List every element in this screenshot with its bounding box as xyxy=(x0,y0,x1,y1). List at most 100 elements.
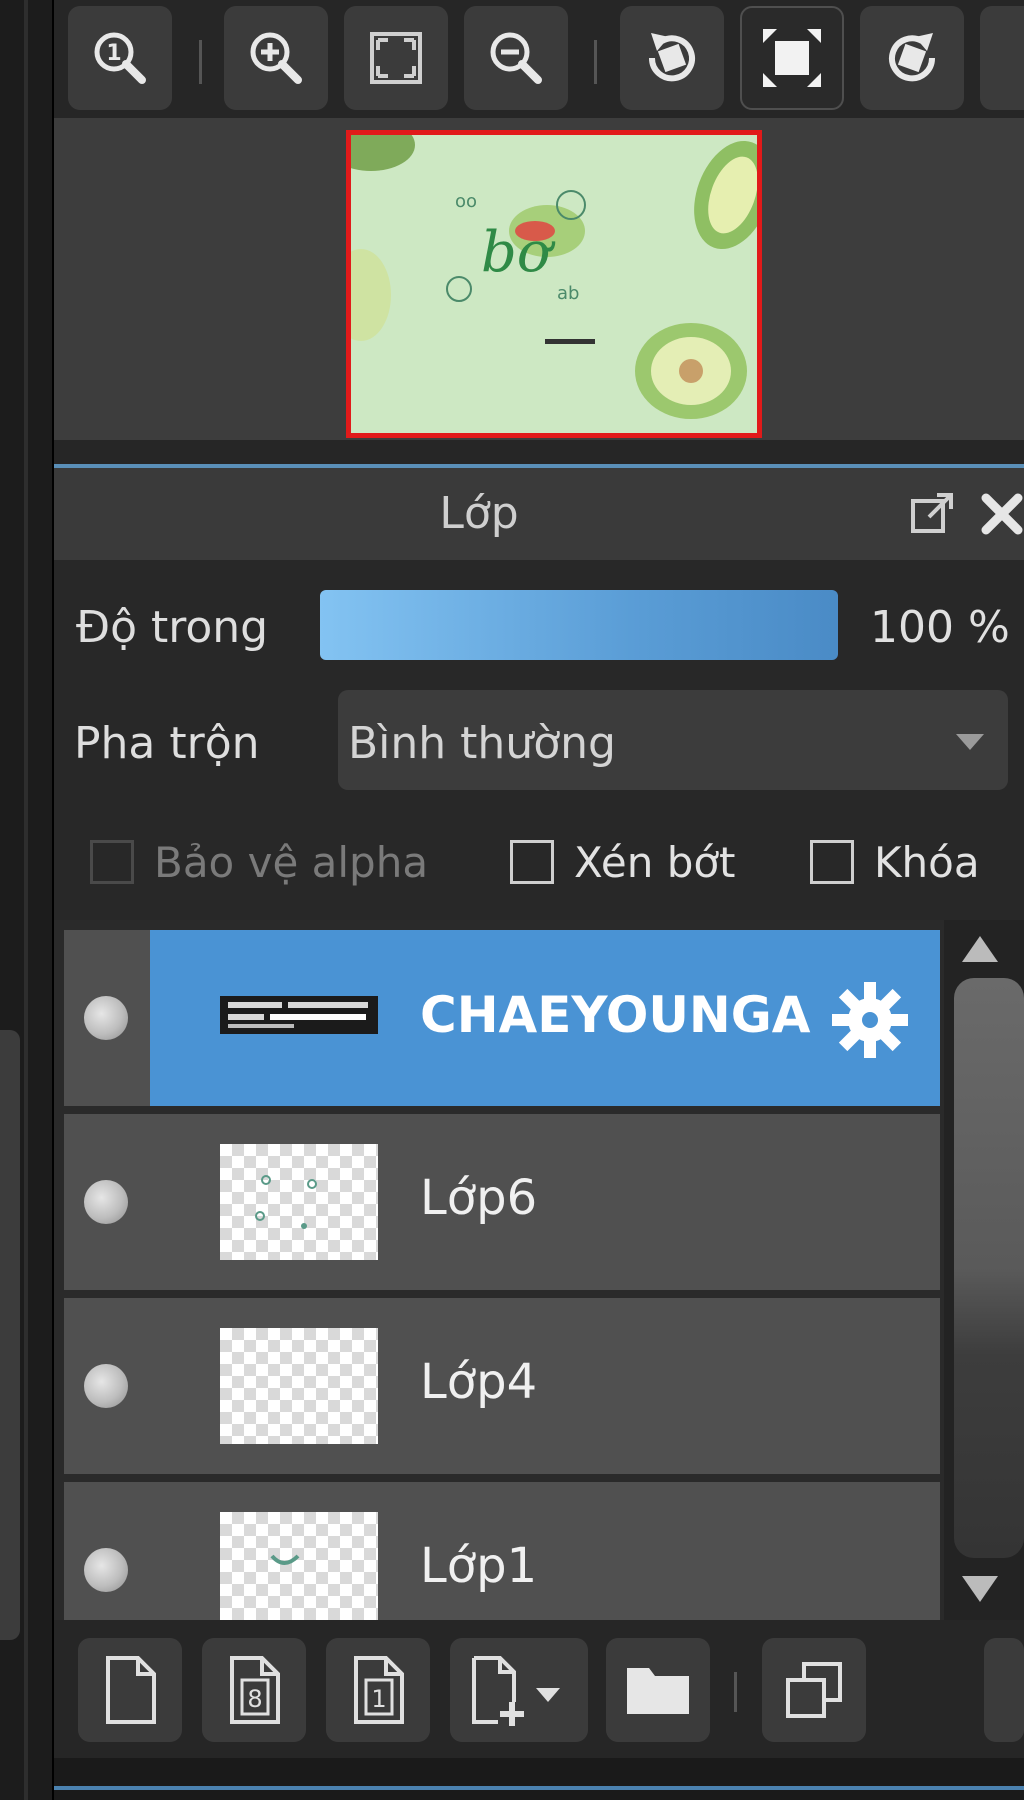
layer-name: Lớp4 xyxy=(420,1354,538,1410)
layer-list-scrollbar[interactable] xyxy=(944,920,1024,1620)
layer-row-lop4[interactable]: Lớp4 xyxy=(64,1298,940,1474)
layer-name: CHAEYOUNGA xyxy=(420,986,811,1044)
new-1bit-layer-button[interactable]: 1 xyxy=(326,1638,430,1742)
protect-alpha-checkbox[interactable] xyxy=(90,840,134,884)
layer-panel-header: Lớp xyxy=(54,468,1024,560)
lock-option[interactable]: Khóa xyxy=(810,832,980,892)
fit-to-window-icon xyxy=(370,32,422,84)
layer-visibility-toggle[interactable] xyxy=(84,1180,128,1224)
close-panel-button[interactable] xyxy=(974,486,1024,542)
zoom-actual-size-button[interactable]: 1 xyxy=(68,6,172,110)
zoom-out-icon xyxy=(490,32,542,84)
blend-mode-value: Bình thường xyxy=(348,718,616,769)
layer-row-lop6[interactable]: Lớp6 xyxy=(64,1114,940,1290)
layer-properties: Độ trong 100 % Pha trộn Bình thường Bảo … xyxy=(54,560,1024,920)
toolbar-overflow-button[interactable] xyxy=(984,1638,1024,1742)
layer-row-body[interactable]: CHAEYOUNGA xyxy=(150,930,940,1106)
svg-text:1: 1 xyxy=(106,41,121,66)
zoom-in-icon xyxy=(250,32,302,84)
zoom-out-button[interactable] xyxy=(464,6,568,110)
protect-alpha-option[interactable]: Bảo vệ alpha xyxy=(90,832,428,892)
gear-icon xyxy=(832,982,908,1058)
svg-text:1: 1 xyxy=(371,1685,386,1713)
layer-row-body[interactable]: Lớp4 xyxy=(150,1298,940,1474)
opacity-value: 100 % xyxy=(870,602,1010,653)
layer-visibility-toggle[interactable] xyxy=(84,1548,128,1592)
layer-thumbnail xyxy=(220,1144,378,1260)
chevron-down-icon xyxy=(956,734,984,750)
navigator-preview[interactable]: bơ oo ab xyxy=(54,118,1024,440)
svg-text:oo: oo xyxy=(455,191,477,212)
new-layer-button[interactable] xyxy=(78,1638,182,1742)
layer-row-body[interactable]: Lớp1 xyxy=(150,1482,940,1620)
panel-divider xyxy=(54,440,1024,464)
layer-name: Lớp6 xyxy=(420,1170,538,1226)
layer-visibility-toggle[interactable] xyxy=(84,1364,128,1408)
blend-mode-select[interactable]: Bình thường xyxy=(338,690,1008,790)
new-1bit-layer-icon: 1 xyxy=(354,1656,404,1724)
dock-edge-line xyxy=(24,0,28,1800)
layer-actions-toolbar: 8 1 xyxy=(54,1620,1024,1758)
new-8bit-layer-button[interactable]: 8 xyxy=(202,1638,306,1742)
toolbar-separator xyxy=(734,1672,737,1712)
layer-list: CHAEYOUNGA Lớp6 Lớp4 Lớp1 xyxy=(54,920,1024,1620)
duplicate-layer-button[interactable] xyxy=(762,1638,866,1742)
add-layer-dropdown-icon xyxy=(472,1656,560,1726)
folder-icon xyxy=(627,1668,689,1714)
layer-row-lop1[interactable]: Lớp1 xyxy=(64,1482,940,1620)
scrollbar-thumb[interactable] xyxy=(954,978,1024,1558)
layer-row-body[interactable]: Lớp6 xyxy=(150,1114,940,1290)
new-layer-icon xyxy=(106,1656,156,1724)
toolbar-separator xyxy=(594,40,597,84)
svg-text:bơ: bơ xyxy=(481,220,556,285)
opacity-slider-fill xyxy=(320,590,838,660)
lock-checkbox[interactable] xyxy=(810,840,854,884)
toolbar-overflow-button[interactable] xyxy=(980,6,1024,110)
rotate-left-icon xyxy=(648,33,695,82)
navigator-toolbar: 1 xyxy=(54,0,1024,118)
add-layer-dropdown-button[interactable] xyxy=(450,1638,588,1742)
clipping-option[interactable]: Xén bớt xyxy=(510,832,736,892)
fit-canvas-button[interactable] xyxy=(740,6,844,110)
opacity-slider[interactable] xyxy=(320,590,838,660)
layer-thumbnail-image xyxy=(255,1175,317,1229)
lock-label: Khóa xyxy=(874,837,980,887)
svg-text:8: 8 xyxy=(247,1685,262,1713)
layer-row-chaeyounga[interactable]: CHAEYOUNGA xyxy=(64,930,940,1106)
scroll-up-arrow-icon[interactable] xyxy=(962,936,998,962)
collapsed-panel-tab[interactable] xyxy=(0,1030,20,1640)
layer-thumbnail-image xyxy=(270,1554,300,1565)
new-8bit-layer-icon: 8 xyxy=(230,1656,280,1724)
duplicate-layer-icon xyxy=(786,1662,842,1718)
new-folder-button[interactable] xyxy=(606,1638,710,1742)
fit-to-window-button[interactable] xyxy=(344,6,448,110)
close-icon xyxy=(981,493,1023,535)
toolbar-separator xyxy=(199,40,202,84)
text-layer-thumbnail-image xyxy=(220,996,378,1034)
panel-bottom-accent xyxy=(54,1786,1024,1790)
blend-mode-label: Pha trộn xyxy=(74,718,260,769)
protect-alpha-label: Bảo vệ alpha xyxy=(154,837,429,887)
rotate-left-button[interactable] xyxy=(620,6,724,110)
clipping-label: Xén bớt xyxy=(574,837,736,887)
clipping-checkbox[interactable] xyxy=(510,840,554,884)
popout-icon xyxy=(911,493,953,533)
rotate-right-button[interactable] xyxy=(860,6,964,110)
opacity-label: Độ trong xyxy=(76,602,269,653)
fit-canvas-icon xyxy=(763,29,821,87)
layer-thumbnail xyxy=(220,1328,378,1444)
popout-panel-button[interactable] xyxy=(904,486,960,542)
svg-text:ab: ab xyxy=(557,283,579,304)
canvas-thumbnail: bơ oo ab xyxy=(346,130,762,438)
app-window: 1 bơ oo ab Lớp Độ trong 100 % Pha trộn B… xyxy=(0,0,1024,1800)
layer-panel-title: Lớp xyxy=(439,488,519,539)
zoom-in-button[interactable] xyxy=(224,6,328,110)
layer-thumbnail xyxy=(220,1512,378,1620)
canvas-artwork-image: bơ oo ab xyxy=(351,135,757,433)
left-dock-edge xyxy=(0,0,54,1800)
layer-thumbnail xyxy=(220,986,378,1046)
layer-visibility-toggle[interactable] xyxy=(84,996,128,1040)
zoom-actual-size-icon: 1 xyxy=(94,32,146,84)
layer-name: Lớp1 xyxy=(420,1538,538,1594)
scroll-down-arrow-icon[interactable] xyxy=(962,1576,998,1602)
